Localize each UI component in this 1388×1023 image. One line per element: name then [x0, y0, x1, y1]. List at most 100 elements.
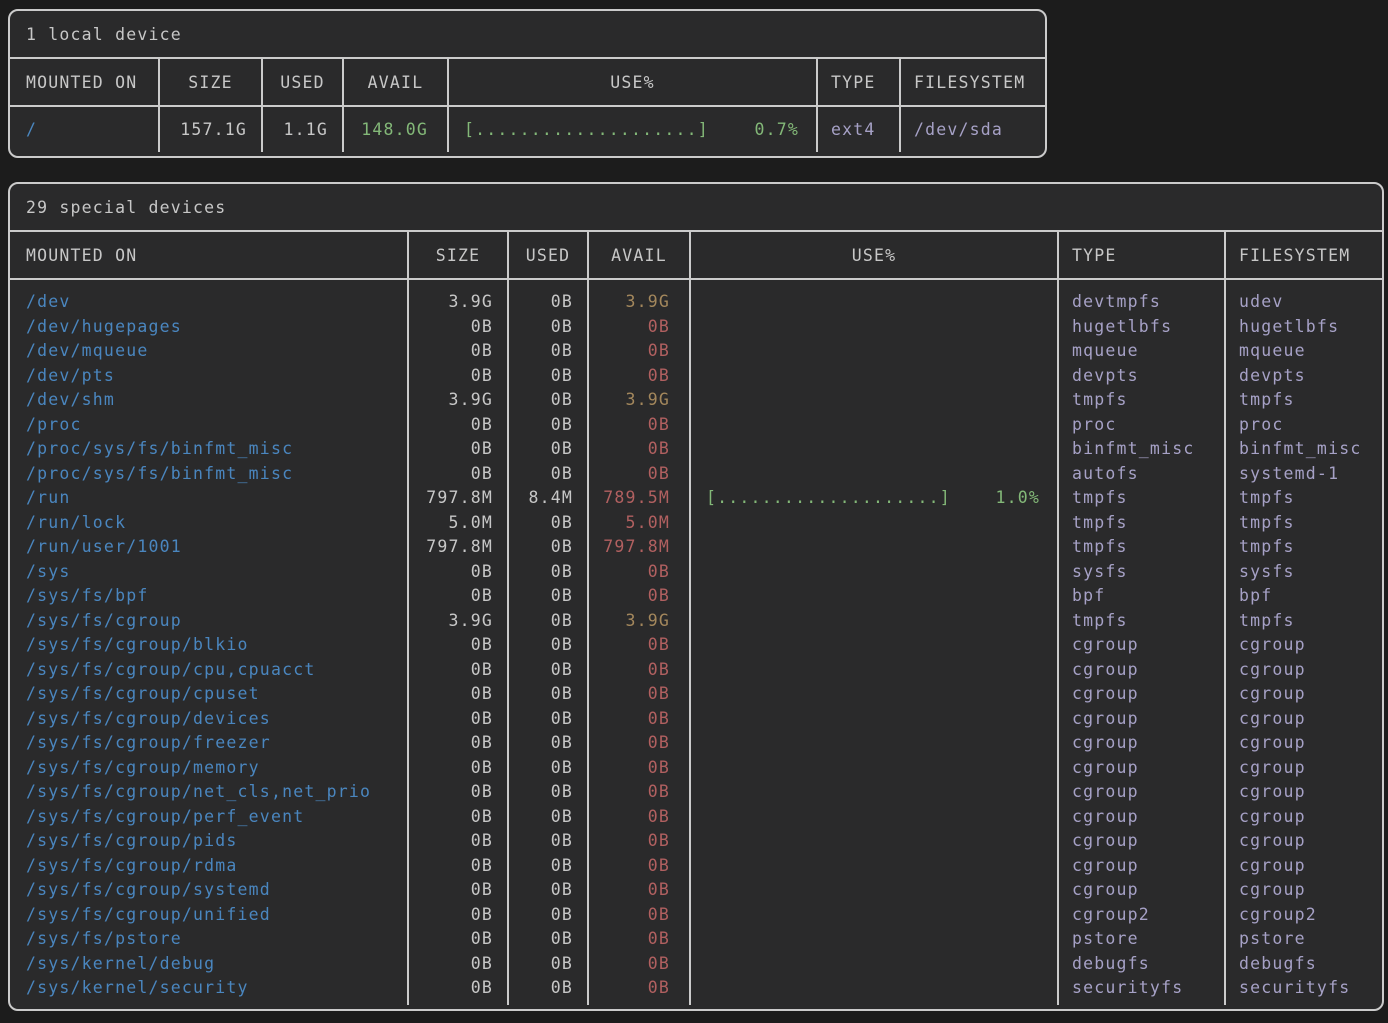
avail-cell: 0B	[588, 780, 690, 805]
filesystem-cell: systemd-1	[1225, 462, 1382, 487]
size-cell: 0B	[408, 682, 508, 707]
used-cell: 0B	[508, 927, 588, 952]
avail-cell: 3.9G	[588, 290, 690, 315]
used-cell: 0B	[508, 952, 588, 977]
table-row: /sys0B0B0Bsysfssysfs	[10, 560, 1382, 585]
avail-cell: 0B	[588, 413, 690, 438]
usage-bar: [....................]	[706, 486, 951, 511]
usage-bar-cell	[690, 903, 1058, 928]
mount-cell: /sys/fs/cgroup/cpu,cpuacct	[10, 658, 408, 683]
size-cell: 0B	[408, 584, 508, 609]
special-devices-grid: MOUNTED ON SIZE USED AVAIL USE% TYPE FIL…	[10, 232, 1382, 1005]
column-header-type: TYPE	[817, 73, 900, 92]
size-cell: 0B	[408, 731, 508, 756]
usage-bar-cell	[690, 976, 1058, 1001]
type-cell: cgroup2	[1058, 903, 1225, 928]
avail-cell: 3.9G	[588, 609, 690, 634]
local-devices-title: 1 local device	[10, 11, 1045, 59]
size-cell: 0B	[408, 633, 508, 658]
used-cell: 0B	[508, 560, 588, 585]
type-cell: cgroup	[1058, 805, 1225, 830]
table-row: /run/lock5.0M0B5.0Mtmpfstmpfs	[10, 511, 1382, 536]
avail-cell: 0B	[588, 829, 690, 854]
used-cell: 0B	[508, 437, 588, 462]
usage-bar-cell	[690, 829, 1058, 854]
type-cell: bpf	[1058, 584, 1225, 609]
size-cell: 0B	[408, 315, 508, 340]
avail-cell: 0B	[588, 854, 690, 879]
mount-cell: /run/lock	[10, 511, 408, 536]
used-cell: 0B	[508, 633, 588, 658]
used-cell: 0B	[508, 805, 588, 830]
column-divider	[587, 232, 589, 1005]
special-devices-rows: /dev3.9G0B3.9Gdevtmpfsudev/dev/hugepages…	[10, 280, 1382, 1005]
size-cell: 0B	[408, 364, 508, 389]
table-row: /sys/fs/cgroup/net_cls,net_prio0B0B0Bcgr…	[10, 780, 1382, 805]
usage-bar-cell	[690, 560, 1058, 585]
avail-cell: 0B	[588, 927, 690, 952]
type-cell: binfmt_misc	[1058, 437, 1225, 462]
avail-cell: 5.0M	[588, 511, 690, 536]
mount-cell: /sys/fs/bpf	[10, 584, 408, 609]
size-cell: 0B	[408, 927, 508, 952]
filesystem-cell: cgroup	[1225, 731, 1382, 756]
column-divider	[899, 59, 901, 152]
filesystem-cell: cgroup	[1225, 878, 1382, 903]
used-cell: 0B	[508, 413, 588, 438]
table-row: /dev3.9G0B3.9Gdevtmpfsudev	[10, 290, 1382, 315]
mount-cell: /dev/shm	[10, 388, 408, 413]
column-divider	[158, 59, 160, 152]
table-row: /run797.8M8.4M789.5M[...................…	[10, 486, 1382, 511]
filesystem-cell: cgroup	[1225, 756, 1382, 781]
size-cell: 797.8M	[408, 486, 508, 511]
usage-bar-cell	[690, 462, 1058, 487]
mount-cell: /proc/sys/fs/binfmt_misc	[10, 462, 408, 487]
special-devices-table: 29 special devices MOUNTED ON SIZE USED …	[8, 182, 1384, 1011]
table-row: /sys/kernel/debug0B0B0Bdebugfsdebugfs	[10, 952, 1382, 977]
mount-cell: /sys/fs/cgroup/unified	[10, 903, 408, 928]
mount-cell: /sys/fs/cgroup/perf_event	[10, 805, 408, 830]
type-cell: cgroup	[1058, 780, 1225, 805]
avail-cell: 0B	[588, 658, 690, 683]
avail-cell: 0B	[588, 805, 690, 830]
type-cell: tmpfs	[1058, 535, 1225, 560]
type-cell: cgroup	[1058, 829, 1225, 854]
type-cell: tmpfs	[1058, 388, 1225, 413]
usage-bar-cell	[690, 511, 1058, 536]
avail-cell: 0B	[588, 707, 690, 732]
mount-cell: /sys/fs/cgroup/systemd	[10, 878, 408, 903]
used-cell: 0B	[508, 682, 588, 707]
filesystem-cell: devpts	[1225, 364, 1382, 389]
avail-cell: 0B	[588, 364, 690, 389]
usage-bar-cell	[690, 707, 1058, 732]
size-cell: 0B	[408, 903, 508, 928]
column-header-avail: AVAIL	[588, 246, 690, 265]
mount-cell: /sys/kernel/debug	[10, 952, 408, 977]
special-devices-title: 29 special devices	[10, 184, 1382, 232]
table-row: /sys/fs/cgroup/blkio0B0B0Bcgroupcgroup	[10, 633, 1382, 658]
avail-cell: 789.5M	[588, 486, 690, 511]
usage-bar-cell	[690, 315, 1058, 340]
filesystem-cell: tmpfs	[1225, 609, 1382, 634]
column-header-used: USED	[508, 246, 588, 265]
table-row: /sys/fs/cgroup/pids0B0B0Bcgroupcgroup	[10, 829, 1382, 854]
filesystem-cell: debugfs	[1225, 952, 1382, 977]
used-cell: 0B	[508, 731, 588, 756]
table-row: /sys/fs/cgroup/unified0B0B0Bcgroup2cgrou…	[10, 903, 1382, 928]
avail-cell: 0B	[588, 437, 690, 462]
size-cell: 0B	[408, 780, 508, 805]
local-devices-rows: /157.1G1.1G148.0G[....................]0…	[10, 107, 1045, 152]
column-header-mounted-on: MOUNTED ON	[10, 73, 159, 92]
filesystem-cell: pstore	[1225, 927, 1382, 952]
used-cell: 0B	[508, 829, 588, 854]
avail-cell: 0B	[588, 315, 690, 340]
usage-bar-cell	[690, 584, 1058, 609]
mount-cell: /run/user/1001	[10, 535, 408, 560]
table-row: /sys/fs/cgroup/memory0B0B0Bcgroupcgroup	[10, 756, 1382, 781]
type-cell: pstore	[1058, 927, 1225, 952]
used-cell: 0B	[508, 976, 588, 1001]
used-cell: 0B	[508, 854, 588, 879]
column-divider	[507, 232, 509, 1005]
usage-bar-cell	[690, 952, 1058, 977]
avail-cell: 0B	[588, 633, 690, 658]
